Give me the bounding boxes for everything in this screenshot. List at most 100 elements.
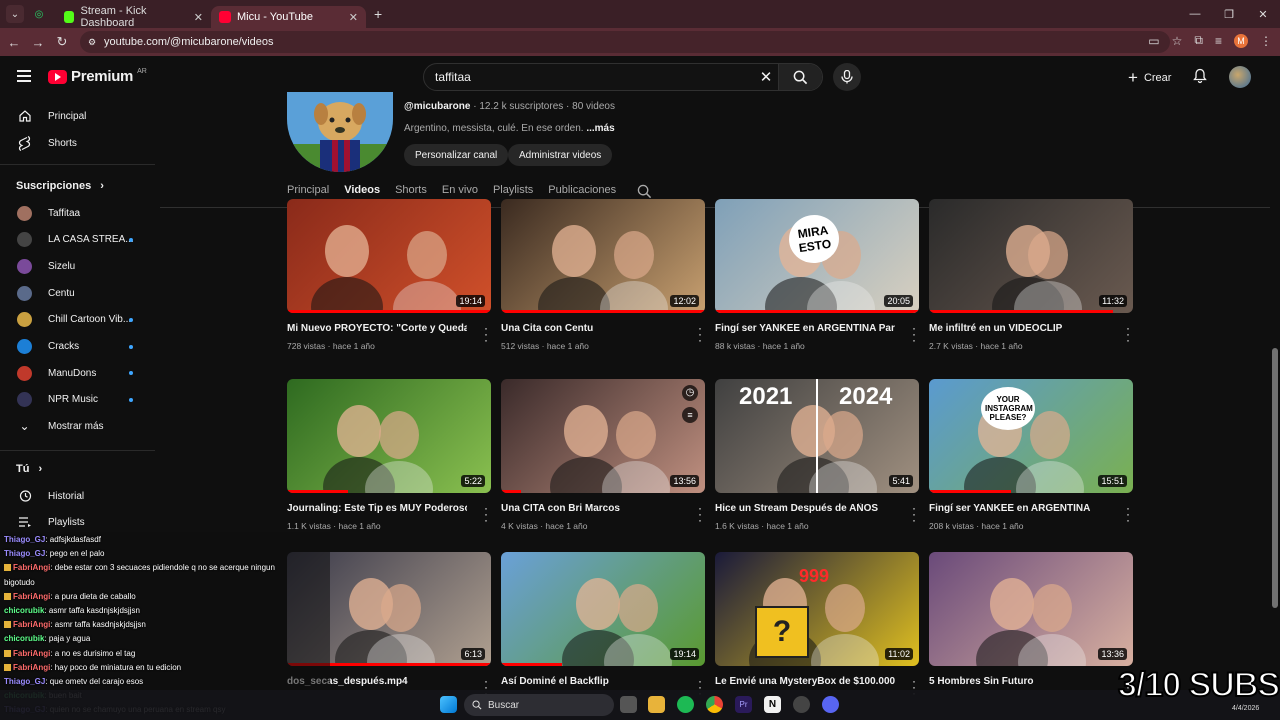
sidebar-subscription[interactable]: Centu [0,280,155,306]
video-thumbnail[interactable]: 999? 11:02 [715,552,919,666]
back-icon[interactable]: ← [2,35,26,50]
search-button[interactable] [778,64,822,90]
video-card[interactable]: YOUR INSTAGRAM PLEASE? 15:51 Fingí ser YAN… [929,379,1133,531]
video-thumbnail[interactable]: 12:02 [501,199,705,313]
video-card[interactable]: 13:365 Hombres Sin Futuro··· [929,552,1133,699]
video-card[interactable]: 19:14 Mi Nuevo PROYECTO: "Corte y Queda" … [287,199,491,351]
video-title[interactable]: 5 Hombres Sin Futuro [929,676,1109,687]
video-thumbnail[interactable]: 19:14 [287,199,491,313]
watch-later-icon[interactable]: ◷ [682,385,698,401]
spotify-icon[interactable] [677,696,694,713]
chrome-icon[interactable] [706,696,723,713]
manage-videos-button[interactable]: Administrar videos [508,144,613,166]
reload-icon[interactable]: ↻ [50,34,74,50]
clear-search-icon[interactable]: ✕ [754,68,778,86]
video-card[interactable]: MIRA ESTO 20:05 Fingí ser YANKEE en ARGENT… [715,199,919,351]
profile-avatar[interactable]: M [1234,33,1248,48]
windows-start-icon[interactable] [440,696,457,713]
voice-search-button[interactable] [833,63,861,91]
sidebar-subscription[interactable]: LA CASA STREA... [0,227,155,253]
sidebar-subscription[interactable]: Sizelu [0,253,155,279]
bookmark-star-icon[interactable]: ☆ [1172,34,1183,48]
video-thumbnail[interactable]: 2021 2024 5:41 [715,379,919,493]
site-info-icon[interactable]: ⚙ [88,37,96,48]
close-tab-icon[interactable]: ✕ [194,11,203,24]
sidebar-item-principal[interactable]: Principal [0,103,155,129]
maximize-icon[interactable]: ❐ [1212,0,1246,28]
more-options-icon[interactable]: ··· [1125,322,1131,346]
taskbar-search[interactable]: Buscar [464,694,614,716]
video-thumbnail[interactable]: YOUR INSTAGRAM PLEASE? 15:51 [929,379,1133,493]
video-thumbnail[interactable]: 13:36 [929,552,1133,666]
video-title[interactable]: Fingí ser YANKEE en ARGENTINA [929,503,1109,514]
tab-search-button[interactable]: ⌄ [6,5,24,23]
video-title[interactable]: Le Envié una MysteryBox de $100.000 EN [715,676,895,687]
sidebar-subscription[interactable]: NPR Music [0,387,155,413]
discord-icon[interactable] [822,696,839,713]
video-card[interactable]: 19:14Así Dominé el Backflip··· [501,552,705,699]
search-box[interactable]: taffitaa ✕ [423,63,823,91]
file-explorer-icon[interactable] [648,696,665,713]
video-thumbnail[interactable]: 19:14 [501,552,705,666]
you-heading[interactable]: Tú › [16,463,42,475]
forward-icon[interactable]: → [26,35,50,50]
notion-icon[interactable]: N [764,696,781,713]
account-avatar[interactable] [1229,66,1251,88]
video-title[interactable]: Fingí ser YANKEE en ARGENTINA Parte 2 [715,323,895,334]
channel-search-icon[interactable] [637,184,652,199]
minimize-icon[interactable]: — [1178,0,1212,28]
search-input[interactable]: taffitaa [424,70,754,84]
customize-channel-button[interactable]: Personalizar canal [404,144,509,166]
url-input[interactable]: ⚙ youtube.com/@micubarone/videos [80,31,1170,53]
sidebar-subscription[interactable]: Cracks [0,334,155,360]
video-title[interactable]: Me infiltré en un VIDEOCLIP [929,323,1109,334]
more-options-icon[interactable]: ··· [911,502,917,526]
scrollbar-thumb[interactable] [1272,348,1278,608]
more-options-icon[interactable]: ··· [483,502,489,526]
tab-youtube[interactable]: Micu - YouTube ✕ [211,6,366,28]
window-close-icon[interactable]: ✕ [1246,0,1280,28]
page-scrollbar[interactable] [1270,98,1280,698]
add-to-queue-icon[interactable]: ≡ [682,407,698,423]
more-options-icon[interactable]: ··· [697,502,703,526]
cast-icon[interactable]: ▭ [1148,34,1159,48]
video-card[interactable]: 11:32 Me infiltré en un VIDEOCLIP 2.7 K vi… [929,199,1133,351]
notifications-bell-icon[interactable] [1192,68,1208,84]
sidebar-item-shorts[interactable]: Shorts [0,130,155,156]
task-view-icon[interactable] [620,696,637,713]
video-title[interactable]: Journaling: Este Tip es MUY Poderoso [287,503,467,514]
video-thumbnail[interactable]: 5:22 [287,379,491,493]
menu-icon[interactable] [17,70,31,85]
video-card[interactable]: 5:22 Journaling: Este Tip es MUY Poderoso… [287,379,491,531]
new-tab-button[interactable]: + [374,6,382,22]
premiere-icon[interactable]: Pr [735,696,752,713]
obs-icon[interactable] [793,696,810,713]
more-options-icon[interactable]: ··· [1125,502,1131,526]
subscriptions-heading[interactable]: Suscripciones › [16,180,104,192]
video-card[interactable]: 999? 11:02 Le Envié una MysteryBox de $100… [715,552,919,699]
video-title[interactable]: Una CITA con Bri Marcos [501,503,681,514]
create-button[interactable]: + Crear [1128,68,1171,88]
browser-menu-icon[interactable]: ⋮ [1260,34,1272,48]
video-thumbnail[interactable]: ◷ ≡ 13:56 [501,379,705,493]
channel-avatar[interactable] [287,92,393,172]
video-title[interactable]: Una Cita con Centu [501,323,681,334]
video-title[interactable]: Hice un Stream Después de AÑOS [715,503,895,514]
sidebar-subscription[interactable]: ManuDons [0,360,155,386]
video-card[interactable]: 2021 2024 5:41 Hice un Stream Después de AÑ… [715,379,919,531]
video-title[interactable]: Así Dominé el Backflip [501,676,681,687]
sidebar-subscription[interactable]: Chill Cartoon Vib... [0,307,155,333]
more-options-icon[interactable]: ··· [911,322,917,346]
tab-kick-dashboard[interactable]: Stream - Kick Dashboard ✕ [56,5,211,29]
sidebar-item-historial[interactable]: Historial [0,483,155,509]
channel-description-line[interactable]: Argentino, messista, culé. En ese orden.… [404,123,615,134]
whatsapp-pinned-tab[interactable]: ◎ [30,5,48,23]
video-thumbnail[interactable]: MIRA ESTO 20:05 [715,199,919,313]
close-tab-icon[interactable]: ✕ [349,11,358,24]
extensions-icon[interactable]: ⧉ [1194,33,1203,48]
description-more-link[interactable]: ...más [586,123,614,134]
video-thumbnail[interactable]: 11:32 [929,199,1133,313]
video-card[interactable]: 12:02 Una Cita con Centu 512 vistas · hace… [501,199,705,351]
youtube-logo[interactable]: Premium AR [48,68,147,85]
video-card[interactable]: ◷ ≡ 13:56 Una CITA con Bri Marcos 4 K vistas… [501,379,705,531]
